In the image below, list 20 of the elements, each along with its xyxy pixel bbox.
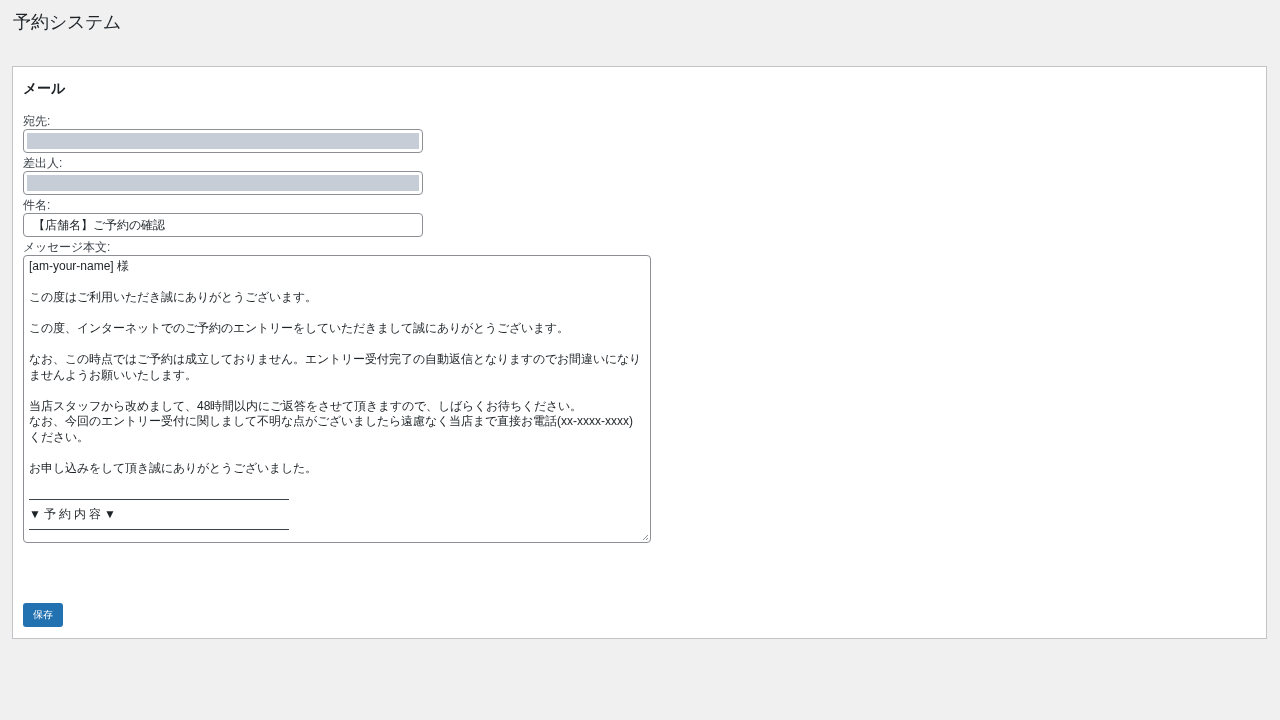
message-textarea[interactable] — [23, 255, 651, 543]
save-button[interactable]: 保存 — [23, 603, 63, 627]
message-line: ませんようお願いいたします。 — [29, 367, 197, 383]
message-line: ▼予約内容▼ — [29, 506, 119, 522]
message-line: ください。 — [29, 429, 89, 445]
message-line: なお、この時点ではご予約は成立しておりません。エントリー受付完了の自動返信となりますのでお間違いになり — [29, 352, 641, 368]
section-heading: メール — [23, 79, 65, 97]
message-line: 当店スタッフから改めまして、48時間以内にご返答をさせて頂きますので、しばらくお待ちください。 — [29, 398, 583, 414]
message-line: お申し込みをして頂き誠にありがとうございました。 — [29, 460, 317, 476]
resize-handle-icon[interactable] — [642, 534, 649, 541]
field-label: 差出人: — [23, 157, 63, 169]
app-title: 予約システム — [13, 11, 121, 34]
message-line: [am-your-name] 様 — [29, 259, 130, 275]
message-line: なお、今回のエントリー受付に関しまして不明な点がございましたら遠慮なく当店まで直接お電話(xx-xxxx-xxxx) — [29, 414, 633, 430]
field-label: メッセージ本文: — [23, 241, 111, 253]
field-label: 件名: — [23, 199, 51, 211]
message-line: この度はご利用いただき誠にありがとうございます。 — [29, 290, 317, 306]
message-line: この度、インターネットでのご予約のエントリーをしていただきまして誠にありがとうございます。 — [29, 321, 569, 337]
field-label: 宛先: — [23, 115, 51, 127]
input-field[interactable]: 【店舗名】ご予約の確認 — [23, 213, 423, 237]
